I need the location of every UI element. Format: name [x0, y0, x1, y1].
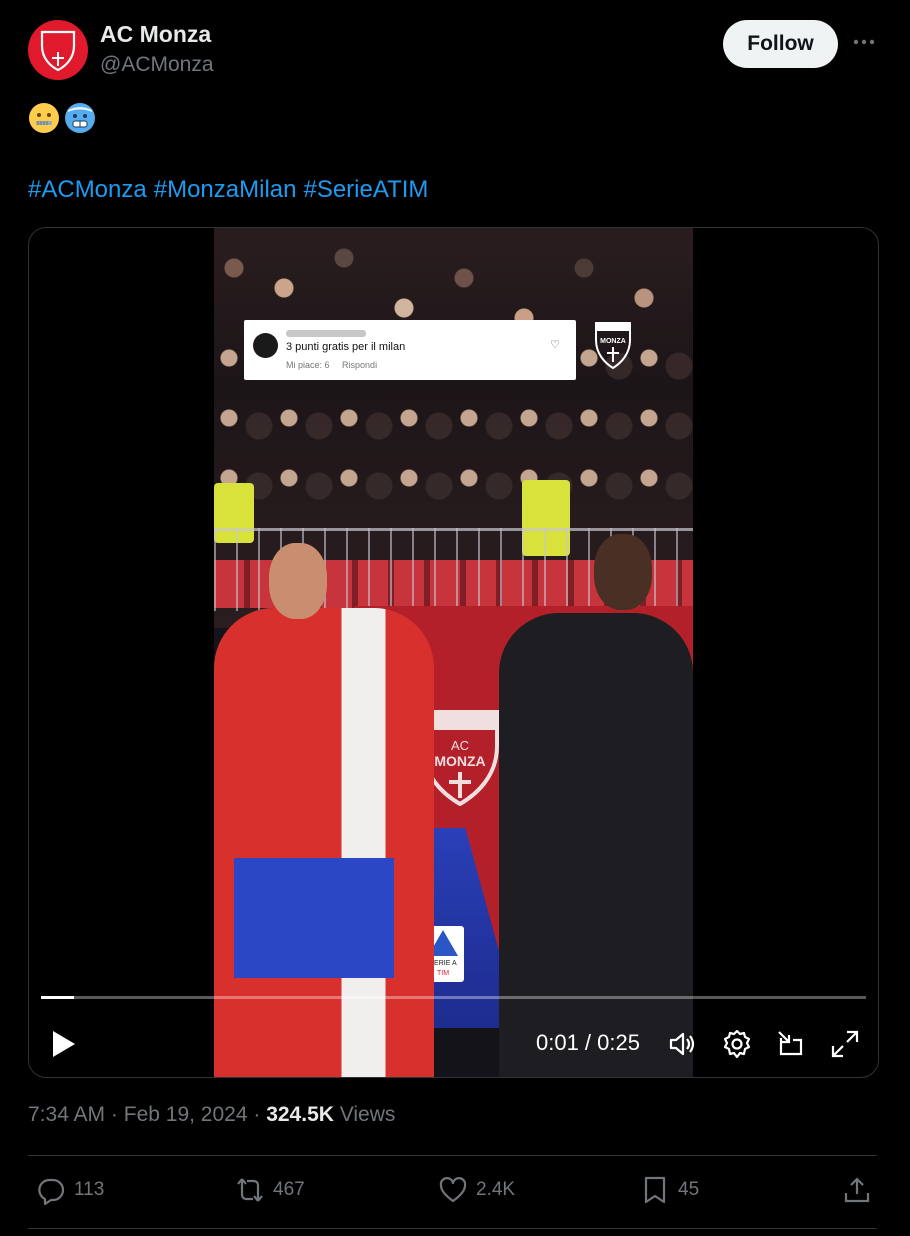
blurred-username — [286, 330, 366, 337]
cold-face-icon — [65, 103, 95, 133]
svg-text:AC: AC — [451, 738, 469, 753]
crowd-row — [214, 458, 693, 518]
crowd-row — [214, 398, 693, 458]
like-button[interactable]: 2.4K — [438, 1175, 515, 1205]
monza-crest-icon — [40, 30, 76, 72]
crest-text: MONZA — [434, 753, 485, 769]
reply-button[interactable]: 113 — [36, 1175, 104, 1205]
follow-button[interactable]: Follow — [723, 20, 838, 68]
repost-icon — [237, 1178, 263, 1202]
tweet-time[interactable]: 7:34 AM — [28, 1103, 105, 1126]
bookmark-button[interactable]: 45 — [640, 1175, 699, 1205]
repost-button[interactable]: 467 — [235, 1175, 305, 1205]
views-label: Views — [339, 1103, 396, 1126]
zipper-mouth-face-icon — [29, 103, 59, 133]
comment-meta: Mi piace: 6 Rispondi — [286, 360, 377, 370]
share-icon — [844, 1177, 870, 1203]
fullscreen-icon[interactable] — [829, 1028, 861, 1060]
video-frame[interactable]: AC MONZA SERIE A TIM 3 punti gratis per … — [214, 228, 693, 1077]
ellipsis-icon[interactable] — [850, 28, 878, 56]
play-icon[interactable] — [49, 1028, 79, 1060]
author-name[interactable]: AC Monza — [100, 21, 211, 48]
volume-icon[interactable] — [667, 1028, 699, 1060]
player-black-jacket — [499, 613, 693, 1077]
avatar[interactable] — [28, 20, 88, 80]
hashtag-link[interactable]: #ACMonza — [28, 176, 147, 204]
repost-count: 467 — [273, 1179, 305, 1200]
video-progress-bar[interactable] — [41, 996, 866, 999]
like-count: 2.4K — [476, 1179, 516, 1200]
video-player[interactable]: AC MONZA SERIE A TIM 3 punti gratis per … — [28, 227, 879, 1078]
reply-count: 113 — [74, 1179, 105, 1200]
bookmark-icon — [644, 1176, 666, 1204]
heart-icon — [439, 1177, 467, 1203]
commenter-avatar — [253, 333, 278, 358]
tweet-meta: 7:34 AM · Feb 19, 2024 · 324.5K Views — [28, 1103, 395, 1127]
bookmark-count: 45 — [678, 1179, 700, 1200]
tweet-emojis — [28, 102, 96, 134]
player-head — [269, 543, 327, 619]
comment-text: 3 punti gratis per il milan — [286, 341, 406, 353]
tweet-date[interactable]: Feb 19, 2024 — [124, 1103, 248, 1126]
heart-icon: ♡ — [550, 339, 560, 351]
monza-watermark-icon: MONZA — [595, 322, 631, 370]
player-blue-shorts — [234, 858, 394, 978]
views-count: 324.5K — [266, 1103, 334, 1126]
divider — [28, 1228, 877, 1229]
comment-reply: Rispondi — [342, 360, 378, 370]
divider — [28, 1155, 877, 1156]
comment-likes: Mi piace: 6 — [286, 360, 330, 370]
separator: · — [110, 1103, 118, 1126]
share-button[interactable] — [842, 1175, 872, 1205]
video-time: 0:01 / 0:25 — [536, 1030, 640, 1055]
pip-icon[interactable] — [775, 1028, 807, 1060]
player-red-jacket — [214, 608, 434, 1077]
separator: · — [253, 1103, 261, 1126]
video-progress-fill — [41, 996, 74, 999]
player-head — [594, 534, 652, 610]
hashtag-link[interactable]: #MonzaMilan — [154, 176, 297, 204]
watermark-text: MONZA — [600, 338, 626, 345]
overlay-comment: 3 punti gratis per il milan Mi piace: 6 … — [244, 320, 576, 380]
hashtag-link[interactable]: #SerieATIM — [303, 176, 428, 204]
settings-icon[interactable] — [721, 1028, 753, 1060]
hashtags: #ACMonza #MonzaMilan #SerieATIM — [28, 176, 428, 204]
reply-icon — [38, 1178, 65, 1205]
author-handle[interactable]: @ACMonza — [100, 53, 214, 77]
